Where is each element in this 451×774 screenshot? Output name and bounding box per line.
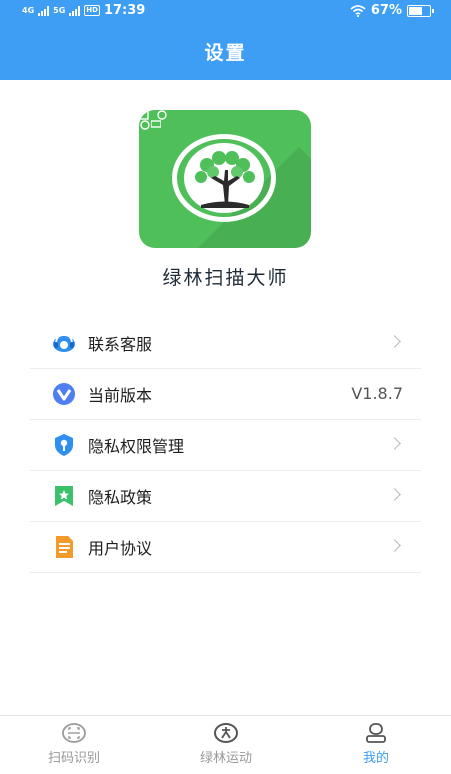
sport-icon	[214, 723, 238, 743]
privacy-shield-icon	[55, 434, 73, 456]
battery-percent: 67%	[370, 3, 402, 18]
version-value: V1.8.7	[351, 384, 403, 403]
page-title: 设置	[204, 42, 247, 64]
menu-item-label: 联系客服	[88, 335, 153, 354]
tab-scan[interactable]: 扫码识别	[24, 722, 124, 766]
profile-icon	[366, 723, 386, 743]
privacy-policy-icon	[55, 486, 73, 506]
menu-item-contact-service[interactable]: 联系客服	[30, 318, 421, 369]
tab-sport[interactable]: 绿林运动	[176, 722, 276, 766]
menu-item-label: 隐私政策	[88, 488, 153, 507]
network-label-5g: 5G	[53, 5, 66, 15]
user-agreement-icon	[56, 536, 73, 558]
version-icon	[53, 383, 75, 405]
tab-label: 绿林运动	[199, 751, 252, 766]
settings-menu: 联系客服 当前版本 V1.8.7 隐私权限管理 隐私政策 用户协议	[30, 318, 421, 573]
menu-item-label: 用户协议	[88, 539, 153, 558]
signal-icon-2	[69, 5, 81, 16]
wifi-icon	[350, 4, 366, 17]
tab-label: 我的	[362, 751, 389, 766]
chevron-right-icon	[388, 539, 401, 552]
chevron-right-icon	[388, 335, 401, 348]
menu-item-privacy-permissions[interactable]: 隐私权限管理	[30, 420, 421, 471]
menu-item-label: 隐私权限管理	[88, 437, 185, 456]
tab-profile[interactable]: 我的	[326, 722, 426, 766]
signal-icon	[38, 5, 50, 16]
clock: 17:39	[103, 3, 146, 18]
header-bar: 4G 5G HD 17:39 67% 设置	[0, 0, 451, 80]
network-label-4g: 4G	[22, 5, 35, 15]
app-name: 绿林扫描大师	[162, 267, 289, 289]
hd-badge: HD	[84, 5, 100, 16]
chevron-right-icon	[388, 437, 401, 450]
menu-item-user-agreement[interactable]: 用户协议	[30, 522, 421, 573]
tree-icon	[195, 151, 255, 208]
menu-item-version[interactable]: 当前版本 V1.8.7	[30, 369, 421, 420]
app-logo	[139, 110, 311, 248]
menu-item-label: 当前版本	[88, 386, 153, 405]
scan-icon	[62, 723, 86, 743]
battery-icon	[407, 4, 434, 17]
status-bar: 4G 5G HD 17:39 67%	[0, 0, 451, 24]
tab-label: 扫码识别	[47, 751, 100, 766]
chevron-right-icon	[388, 488, 401, 501]
menu-item-privacy-policy[interactable]: 隐私政策	[30, 471, 421, 522]
customer-service-icon	[53, 334, 75, 352]
bottom-tab-bar: 扫码识别 绿林运动 我的	[0, 715, 451, 774]
